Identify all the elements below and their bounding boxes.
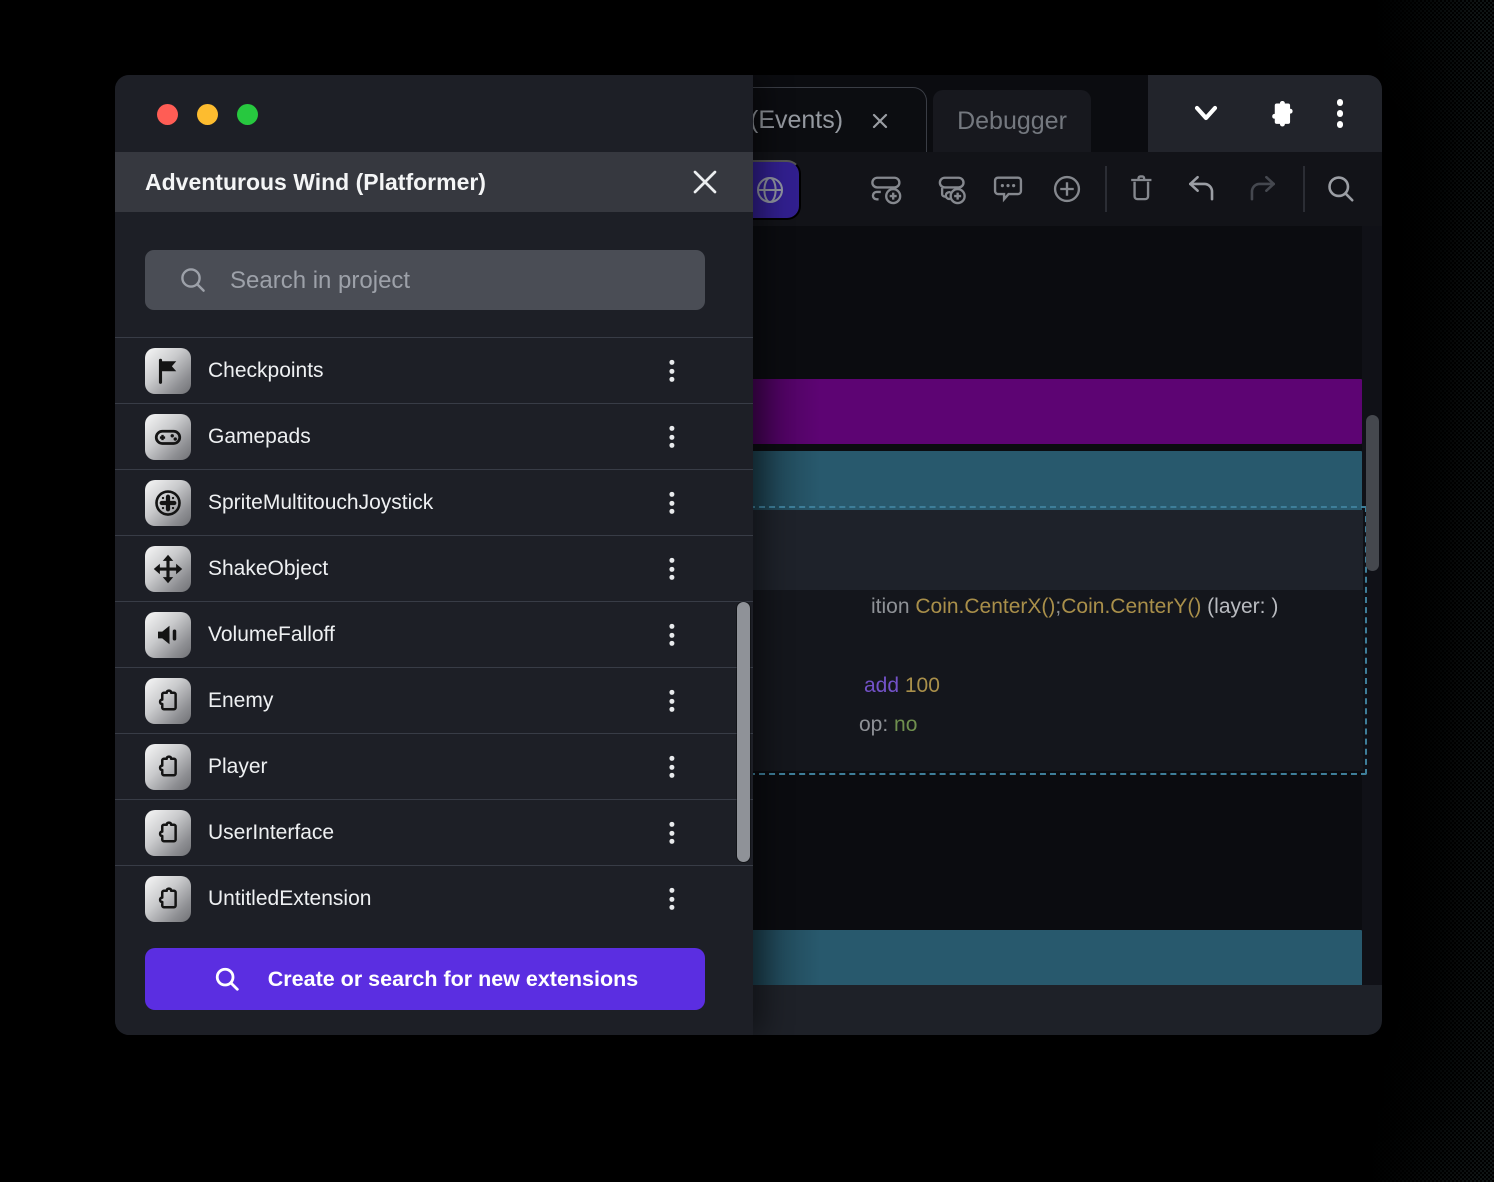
panel-header: Adventurous Wind (Platformer) [115, 152, 753, 212]
kebab-menu-icon[interactable] [1337, 99, 1343, 127]
search-icon [177, 264, 209, 296]
list-item-label: Enemy [208, 668, 273, 734]
list-item-player[interactable]: Player [115, 733, 753, 800]
event-action-text[interactable]: op: no [859, 712, 917, 737]
app-window: (Events) Debugger [115, 75, 1382, 1035]
panel-title: Adventurous Wind (Platformer) [145, 169, 486, 196]
puzzle-icon [145, 876, 191, 922]
panel-scrollbar-thumb[interactable] [737, 602, 750, 862]
list-item-volumefalloff[interactable]: VolumeFalloff [115, 601, 753, 668]
joystick-icon [145, 480, 191, 526]
list-item-spritemultitouchjoystick[interactable]: SpriteMultitouchJoystick [115, 469, 753, 536]
item-menu-kebab-icon[interactable] [665, 752, 678, 782]
list-item-label: Checkpoints [208, 338, 324, 404]
list-item-label: ShakeObject [208, 536, 328, 602]
item-menu-kebab-icon[interactable] [665, 686, 678, 716]
traffic-light-minimize[interactable] [197, 104, 218, 125]
text-fragment: (layer: ) [1201, 595, 1278, 618]
list-item-label: VolumeFalloff [208, 602, 335, 668]
item-menu-kebab-icon[interactable] [665, 356, 678, 386]
tab-debugger-label: Debugger [957, 107, 1067, 136]
selected-event-conditions[interactable] [753, 510, 1363, 590]
move-arrows-icon [145, 546, 191, 592]
traffic-light-zoom[interactable] [237, 104, 258, 125]
item-menu-kebab-icon[interactable] [665, 488, 678, 518]
list-item-label: Player [208, 734, 268, 800]
list-item-shakeobject[interactable]: ShakeObject [115, 535, 753, 602]
item-menu-kebab-icon[interactable] [665, 818, 678, 848]
extensions-puzzle-icon[interactable] [1264, 97, 1298, 131]
add-circle-icon[interactable] [1049, 171, 1085, 207]
list-item-label: SpriteMultitouchJoystick [208, 470, 433, 536]
list-item-label: UntitledExtension [208, 866, 371, 932]
project-search[interactable] [145, 250, 705, 310]
list-item-userinterface[interactable]: UserInterface [115, 799, 753, 866]
item-menu-kebab-icon[interactable] [665, 884, 678, 914]
item-menu-kebab-icon[interactable] [665, 422, 678, 452]
tab-events[interactable]: (Events) [735, 87, 927, 153]
list-item-untitledextension[interactable]: UntitledExtension [115, 865, 753, 932]
item-menu-kebab-icon[interactable] [665, 554, 678, 584]
text-fragment: ition [871, 595, 915, 618]
puzzle-icon [145, 810, 191, 856]
events-scrollbar-thumb[interactable] [1366, 415, 1379, 571]
list-item-gamepads[interactable]: Gamepads [115, 403, 753, 470]
traffic-light-close[interactable] [157, 104, 178, 125]
text-fragment: no [894, 713, 917, 736]
text-fragment: Coin.CenterY() [1061, 595, 1201, 618]
chevron-down-icon[interactable] [1187, 99, 1225, 129]
tab-events-label: (Events) [750, 106, 843, 135]
selected-event[interactable]: ition Coin.CenterX();Coin.CenterY() (lay… [749, 506, 1367, 775]
text-fragment: 100 [905, 674, 940, 697]
toolbar-divider [1303, 166, 1305, 212]
gamepad-icon [145, 414, 191, 460]
event-action-text[interactable]: add 100 [864, 673, 940, 698]
add-event-icon[interactable] [869, 171, 905, 207]
search-input[interactable] [228, 250, 692, 312]
toolbar-divider [1105, 166, 1107, 212]
list-item-checkpoints[interactable]: Checkpoints [115, 337, 753, 404]
redo-icon[interactable] [1245, 171, 1281, 207]
trash-icon[interactable] [1125, 171, 1161, 207]
list-item-label: Gamepads [208, 404, 311, 470]
puzzle-icon [145, 744, 191, 790]
list-item-enemy[interactable]: Enemy [115, 667, 753, 734]
close-icon[interactable] [689, 166, 721, 198]
create-extension-button[interactable]: Create or search for new extensions [145, 948, 705, 1010]
window-topright-controls [1148, 75, 1382, 152]
speaker-icon [145, 612, 191, 658]
tab-close-icon[interactable] [869, 110, 891, 132]
create-extension-label: Create or search for new extensions [268, 967, 638, 992]
add-subevent-icon[interactable] [932, 171, 968, 207]
event-row-purple[interactable] [745, 379, 1362, 444]
screen: (Events) Debugger [0, 0, 1494, 1182]
undo-icon[interactable] [1183, 171, 1219, 207]
add-comment-icon[interactable] [990, 171, 1026, 207]
flag-icon [145, 348, 191, 394]
search-icon[interactable] [1323, 171, 1359, 207]
list-item-label: UserInterface [208, 800, 334, 866]
search-icon [212, 964, 242, 994]
puzzle-icon [145, 678, 191, 724]
text-fragment: op: [859, 713, 894, 736]
text-fragment: add [864, 674, 905, 697]
item-menu-kebab-icon[interactable] [665, 620, 678, 650]
event-action-text[interactable]: ition Coin.CenterX();Coin.CenterY() (lay… [871, 594, 1278, 619]
project-manager-panel: Adventurous Wind (Platformer) [115, 75, 753, 1035]
text-fragment: Coin.CenterX() [915, 595, 1055, 618]
tab-debugger[interactable]: Debugger [933, 90, 1091, 152]
